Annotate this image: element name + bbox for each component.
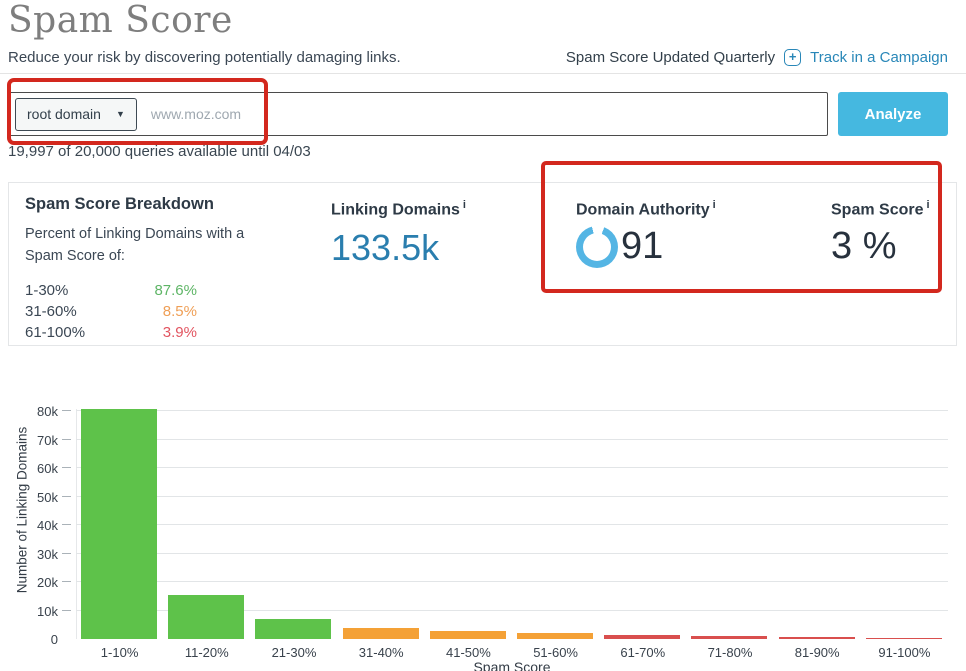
info-icon[interactable]: i — [463, 199, 466, 211]
breakdown-percent-value: 8.5% — [163, 301, 197, 322]
subheader: Reduce your risk by discovering potentia… — [0, 40, 966, 67]
breakdown-range-label: 61-100% — [25, 322, 85, 343]
chevron-down-icon: ▼ — [116, 109, 125, 119]
breakdown-rows: 1-30% 87.6% 31-60% 8.5% 61-100% 3.9% — [25, 280, 275, 343]
y-tick-mark — [62, 439, 71, 440]
page-title: Spam Score — [0, 0, 966, 40]
x-tick-label: 81-90% — [774, 645, 861, 660]
linking-domains-label-text: Linking Domains — [331, 201, 460, 218]
breakdown-range-label: 31-60% — [25, 301, 77, 322]
y-tick-mark — [62, 467, 71, 468]
header-divider — [0, 73, 966, 74]
breakdown-row: 61-100% 3.9% — [25, 322, 197, 343]
bar-column — [512, 392, 599, 639]
analyze-button[interactable]: Analyze — [838, 92, 948, 136]
x-tick-label: 11-20% — [163, 645, 250, 660]
bar[interactable] — [255, 619, 331, 639]
bar-column — [861, 392, 948, 639]
y-tick-mark — [62, 496, 71, 497]
bar[interactable] — [517, 633, 593, 639]
y-tick-label: 60k — [14, 461, 58, 476]
bar-column — [774, 392, 861, 639]
bar[interactable] — [604, 635, 680, 639]
y-tick-label: 50k — [14, 490, 58, 505]
bar-column — [599, 392, 686, 639]
bar[interactable] — [168, 595, 244, 639]
domain-authority-label: Domain Authorityi — [576, 199, 716, 219]
domain-authority-metric: Domain Authorityi 91 — [576, 199, 716, 268]
spam-score-page: Spam Score Reduce your risk by discoveri… — [0, 0, 966, 671]
y-tick-label: 40k — [14, 518, 58, 533]
y-tick-label: 10k — [14, 604, 58, 619]
domain-authority-value: 91 — [621, 225, 663, 268]
y-tick-mark — [62, 410, 71, 411]
breakdown-description: Percent of Linking Domains with a Spam S… — [25, 224, 260, 268]
bar[interactable] — [430, 631, 506, 639]
breakdown-percent-value: 3.9% — [163, 322, 197, 343]
y-tick-mark — [62, 553, 71, 554]
bar[interactable] — [691, 636, 767, 639]
y-tick-label: 30k — [14, 547, 58, 562]
linking-domains-label: Linking Domainsi — [331, 199, 466, 219]
domain-authority-ring-icon — [576, 226, 618, 268]
x-tick-label: 1-10% — [76, 645, 163, 660]
bar-column — [338, 392, 425, 639]
breakdown-range-label: 1-30% — [25, 280, 68, 301]
y-tick-label: 20k — [14, 575, 58, 590]
plot-area: 010k20k30k40k50k60k70k80k1-10%11-20%21-3… — [76, 392, 948, 639]
y-tick-mark — [62, 581, 71, 582]
y-tick-mark — [62, 610, 71, 611]
info-icon[interactable]: i — [713, 199, 716, 211]
x-tick-label: 41-50% — [425, 645, 512, 660]
breakdown-row: 31-60% 8.5% — [25, 301, 197, 322]
bar[interactable] — [81, 409, 157, 639]
y-axis-label: Number of Linking Domains — [15, 427, 30, 594]
domain-authority-value-row: 91 — [576, 225, 716, 268]
bar[interactable] — [779, 637, 855, 639]
bar-column — [250, 392, 337, 639]
y-tick-label: 70k — [14, 433, 58, 448]
scope-dropdown[interactable]: root domain ▼ — [15, 98, 137, 131]
breakdown-percent-value: 87.6% — [154, 280, 197, 301]
search-row: root domain ▼ Analyze — [8, 92, 948, 136]
bar-column — [76, 392, 163, 639]
subheader-right: Spam Score Updated Quarterly + Track in … — [566, 49, 948, 66]
page-subtitle: Reduce your risk by discovering potentia… — [8, 49, 401, 66]
queries-note: 19,997 of 20,000 queries available until… — [8, 143, 966, 160]
x-tick-label: 51-60% — [512, 645, 599, 660]
add-to-campaign-icon[interactable]: + — [784, 49, 801, 66]
url-input-container: root domain ▼ — [8, 92, 828, 136]
bar[interactable] — [866, 638, 942, 640]
url-input[interactable] — [137, 94, 827, 134]
info-icon[interactable]: i — [926, 199, 929, 211]
bar[interactable] — [343, 628, 419, 639]
linking-domains-metric: Linking Domainsi 133.5k — [331, 199, 466, 269]
x-tick-label: 91-100% — [861, 645, 948, 660]
spam-score-breakdown: Spam Score Breakdown Percent of Linking … — [25, 195, 275, 343]
spam-score-chart: Number of Linking Domains 010k20k30k40k5… — [0, 392, 966, 671]
spam-score-label-text: Spam Score — [831, 201, 923, 218]
metrics-panel: Spam Score Breakdown Percent of Linking … — [8, 182, 957, 346]
spam-score-metric: Spam Scorei 3 % — [831, 199, 930, 268]
scope-dropdown-label: root domain — [27, 106, 101, 122]
updated-quarterly-note: Spam Score Updated Quarterly — [566, 49, 775, 66]
y-tick-mark — [62, 524, 71, 525]
spam-score-value: 3 % — [831, 225, 930, 268]
y-tick-label: 80k — [14, 404, 58, 419]
bar-column — [163, 392, 250, 639]
breakdown-title: Spam Score Breakdown — [25, 195, 275, 214]
x-axis-label: Spam Score — [76, 659, 948, 671]
bar-column — [686, 392, 773, 639]
x-tick-label: 21-30% — [250, 645, 337, 660]
x-tick-label: 31-40% — [338, 645, 425, 660]
linking-domains-value: 133.5k — [331, 227, 466, 269]
breakdown-row: 1-30% 87.6% — [25, 280, 197, 301]
x-tick-label: 61-70% — [599, 645, 686, 660]
spam-score-label: Spam Scorei — [831, 199, 930, 219]
track-in-campaign-link[interactable]: Track in a Campaign — [810, 49, 948, 66]
bar-column — [425, 392, 512, 639]
y-tick-label: 0 — [14, 632, 58, 647]
domain-authority-label-text: Domain Authority — [576, 201, 710, 218]
x-tick-label: 71-80% — [686, 645, 773, 660]
